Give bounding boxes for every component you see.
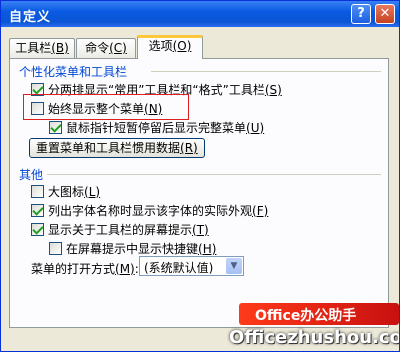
option-shortcut-keys[interactable]: 在屏幕提示中显示快捷键 (H) xyxy=(49,240,216,257)
group-label-personalized: 个性化菜单和工具栏 xyxy=(19,65,128,79)
watermark-url: Officezhushou.com xyxy=(229,327,399,348)
help-icon: ? xyxy=(357,6,365,21)
checkbox[interactable] xyxy=(31,83,44,96)
dialog-title: 自定义 xyxy=(9,10,52,25)
checkbox[interactable] xyxy=(49,242,62,255)
chevron-down-icon[interactable]: ▼ xyxy=(226,258,242,274)
checkbox[interactable] xyxy=(31,102,44,115)
checkbox[interactable] xyxy=(31,185,44,198)
checkbox[interactable] xyxy=(49,121,62,134)
tab-commands[interactable]: 命令(C) xyxy=(76,38,136,58)
tab-options[interactable]: 选项(O) xyxy=(137,35,203,59)
option-always-full-menus[interactable]: 始终显示整个菜单 (N) xyxy=(31,100,162,117)
close-icon: ✕ xyxy=(379,6,391,21)
title-bar[interactable]: 自定义 ? ✕ xyxy=(1,1,399,27)
option-screentips[interactable]: 显示关于工具栏的屏幕提示 (T) xyxy=(31,221,209,238)
option-font-preview[interactable]: 列出字体名称时显示该字体的实际外观 (F) xyxy=(31,202,268,219)
menu-animation-select[interactable]: (系统默认值) ▼ xyxy=(139,256,244,276)
group-divider xyxy=(151,71,381,72)
watermark-logo: Office办公助手 xyxy=(239,303,399,325)
help-button[interactable]: ? xyxy=(351,4,371,24)
menu-animation-label: 菜单的打开方式 (M): xyxy=(31,261,139,277)
option-large-icons[interactable]: 大图标 (L) xyxy=(31,183,100,200)
option-two-rows[interactable]: 分两排显示“常用”工具栏和“格式”工具栏 (S) xyxy=(31,81,282,98)
reset-usage-button[interactable]: 重置菜单和工具栏惯用数据(R) xyxy=(29,138,205,158)
group-divider xyxy=(47,174,381,175)
close-button[interactable]: ✕ xyxy=(375,4,395,24)
checkbox[interactable] xyxy=(31,204,44,217)
option-show-full-after-delay[interactable]: 鼠标指针短暂停留后显示完整菜单 (U) xyxy=(49,119,264,136)
tab-toolbars[interactable]: 工具栏(B) xyxy=(9,38,75,58)
checkbox[interactable] xyxy=(31,223,44,236)
customize-dialog: 自定义 ? ✕ 工具栏(B) 命令(C) 选项(O) 个性化菜单和工具栏 分两排… xyxy=(0,0,400,352)
group-label-other: 其他 xyxy=(19,168,44,182)
